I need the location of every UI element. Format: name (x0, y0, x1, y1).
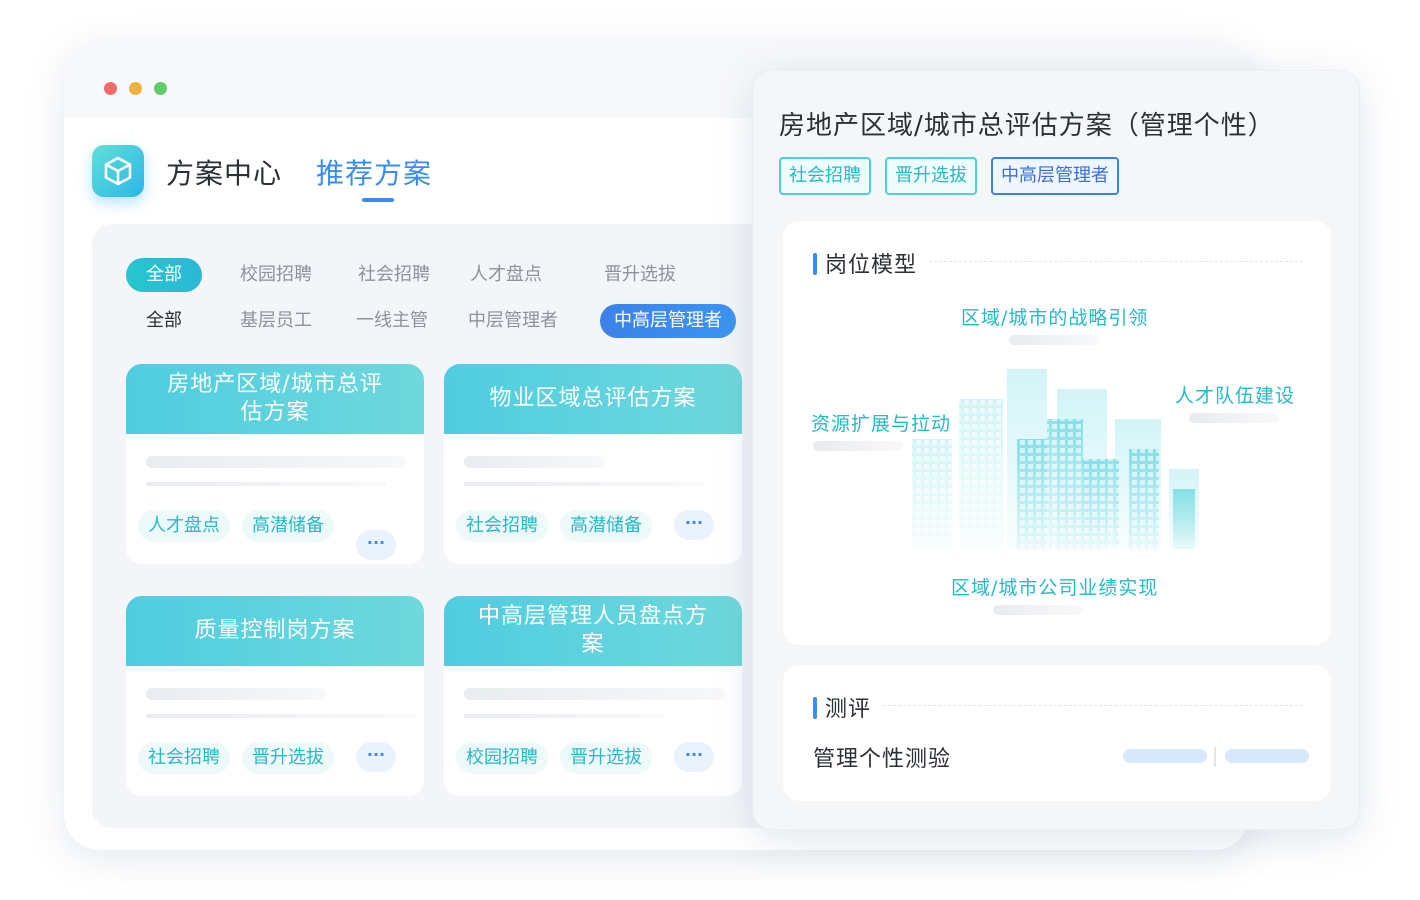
filter-senior-manager[interactable]: 中高层管理者 (600, 304, 736, 338)
card-tag: 晋升选拔 (560, 742, 652, 774)
section-title: 测评 (825, 697, 872, 722)
filter-campus-recruit[interactable]: 校园招聘 (240, 258, 312, 292)
detail-title: 房地产区域/城市总评估方案（管理个性） (779, 111, 1275, 141)
card-tag: 校园招聘 (456, 742, 548, 774)
city-buildings-illustration (912, 369, 1199, 549)
placeholder-line (464, 482, 704, 486)
filter-talent-review[interactable]: 人才盘点 (470, 258, 542, 292)
divider (1214, 747, 1216, 767)
more-tags-button[interactable]: ··· (674, 510, 714, 540)
cube-icon (92, 145, 144, 197)
section-marker (813, 253, 817, 275)
card-tag: 晋升选拔 (242, 742, 334, 774)
card-tag: 社会招聘 (456, 510, 548, 542)
solution-card[interactable]: 质量控制岗方案 社会招聘 晋升选拔 ··· (126, 596, 424, 796)
solution-card[interactable]: 物业区域总评估方案 社会招聘 高潜储备 ··· (444, 364, 742, 564)
filter-social-recruit[interactable]: 社会招聘 (358, 258, 430, 292)
filter-promotion[interactable]: 晋升选拔 (604, 258, 676, 292)
card-tag: 高潜储备 (242, 510, 334, 542)
placeholder-line (993, 605, 1083, 615)
placeholder-line (813, 441, 903, 451)
placeholder-line (1189, 413, 1279, 423)
placeholder-bar (1123, 749, 1207, 763)
model-label: 区域/城市公司业绩实现 (951, 577, 1159, 599)
placeholder-line (146, 456, 406, 468)
section-marker (813, 697, 817, 719)
model-label: 资源扩展与拉动 (811, 413, 952, 435)
model-label: 区域/城市的战略引领 (961, 307, 1149, 329)
card-tag: 人才盘点 (138, 510, 230, 542)
evaluation-card: 测评 管理个性测验 (783, 665, 1331, 801)
section-title: 岗位模型 (825, 253, 918, 278)
more-tags-button[interactable]: ··· (674, 742, 714, 772)
placeholder-line (146, 688, 326, 700)
filter-staff[interactable]: 基层员工 (240, 304, 312, 338)
detail-tag: 晋升选拔 (885, 157, 977, 195)
solution-card[interactable]: 房地产区域/城市总评估方案 人才盘点 高潜储备 ··· (126, 364, 424, 564)
maximize-window-button[interactable] (154, 82, 167, 95)
placeholder-bar (1225, 749, 1309, 763)
filter-all-level[interactable]: 全部 (146, 304, 182, 338)
more-tags-button[interactable]: ··· (356, 742, 396, 772)
filter-frontline-supervisor[interactable]: 一线主管 (356, 304, 428, 338)
solution-detail-panel: 房地产区域/城市总评估方案（管理个性） 社会招聘 晋升选拔 中高层管理者 岗位模… (752, 70, 1360, 830)
section-divider (929, 261, 1303, 262)
filter-all-scenario[interactable]: 全部 (126, 258, 202, 292)
solution-card[interactable]: 中高层管理人员盘点方案 校园招聘 晋升选拔 ··· (444, 596, 742, 796)
placeholder-line (464, 714, 664, 718)
card-tag: 社会招聘 (138, 742, 230, 774)
more-tags-button[interactable]: ··· (356, 530, 396, 560)
page-title: 方案中心 (166, 157, 283, 190)
active-tab-indicator (362, 198, 394, 202)
placeholder-line (464, 456, 604, 468)
card-tag: 高潜储备 (560, 510, 652, 542)
card-title: 质量控制岗方案 (126, 596, 424, 666)
model-label: 人才队伍建设 (1175, 385, 1296, 407)
tab-recommended[interactable]: 推荐方案 (316, 152, 432, 192)
card-title: 中高层管理人员盘点方案 (444, 596, 742, 666)
detail-tag: 中高层管理者 (991, 157, 1119, 195)
section-divider (883, 705, 1303, 706)
placeholder-line (464, 688, 724, 700)
job-model-card: 岗位模型 区域/城市的战略引领 人才队伍建设 资源扩展与拉动 区域/城市公司业绩… (783, 221, 1331, 645)
card-title: 房地产区域/城市总评估方案 (126, 364, 424, 434)
minimize-window-button[interactable] (129, 82, 142, 95)
placeholder-line (1009, 335, 1099, 345)
card-title: 物业区域总评估方案 (444, 364, 742, 434)
close-window-button[interactable] (104, 82, 117, 95)
detail-tag: 社会招聘 (779, 157, 871, 195)
evaluation-item: 管理个性测验 (813, 747, 952, 772)
filter-middle-manager[interactable]: 中层管理者 (468, 304, 558, 338)
placeholder-line (146, 482, 386, 486)
placeholder-line (146, 714, 416, 718)
